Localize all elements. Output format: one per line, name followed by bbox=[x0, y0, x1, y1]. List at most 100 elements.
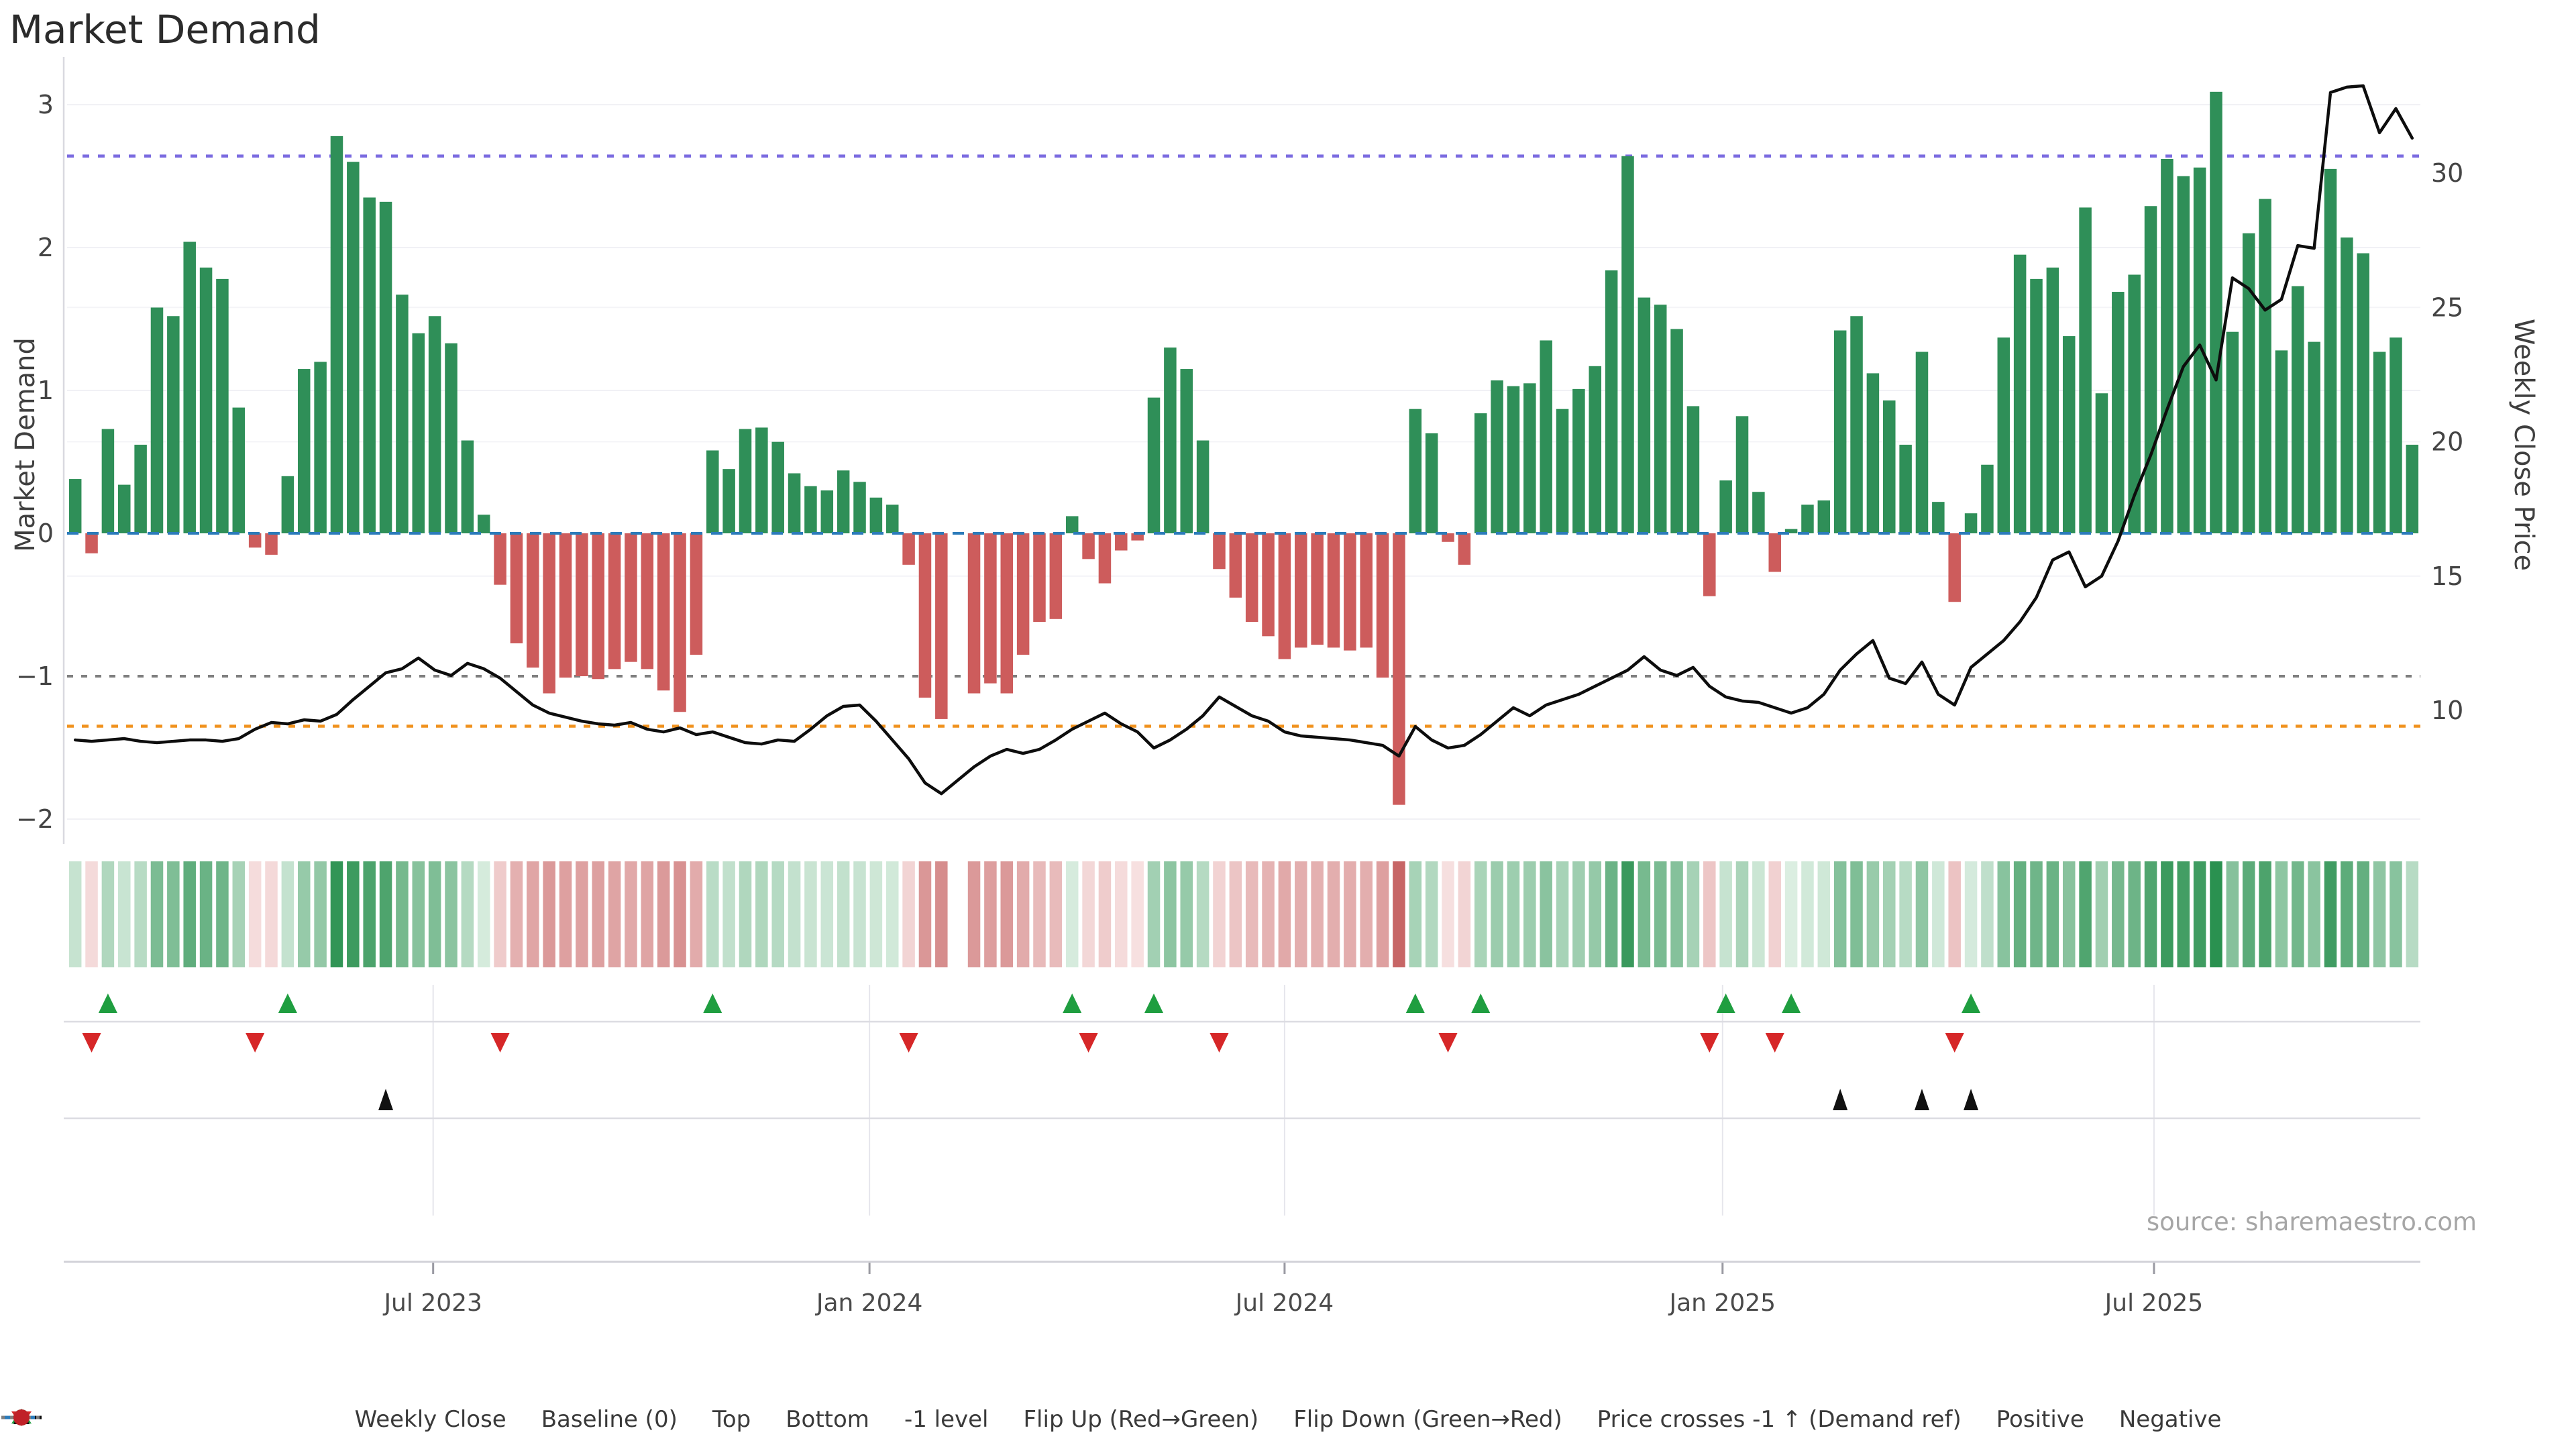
flip-down-marker bbox=[1079, 1033, 1098, 1053]
demand-bar-positive bbox=[1425, 433, 1438, 533]
demand-bar-positive bbox=[2357, 253, 2369, 533]
heatmap-cell bbox=[625, 861, 637, 967]
demand-bar-negative bbox=[1213, 533, 1226, 570]
heatmap-cell bbox=[1458, 861, 1471, 967]
heatmap-cell bbox=[428, 861, 441, 967]
left-axis-tick-label: −1 bbox=[16, 661, 54, 691]
demand-bar-positive bbox=[1752, 492, 1765, 533]
demand-bar-negative bbox=[248, 533, 262, 548]
heatmap-cell bbox=[1180, 861, 1193, 967]
x-tick-label: Jul 2024 bbox=[1234, 1289, 1334, 1317]
chart-legend: Weekly Close Baseline (0) Top Bottom -1 leve… bbox=[0, 1406, 2576, 1433]
left-axis-tick-label: 2 bbox=[38, 233, 54, 262]
flip-up-marker bbox=[1405, 994, 1425, 1013]
heatmap-cell bbox=[1638, 861, 1651, 967]
demand-bar-negative bbox=[1376, 533, 1389, 678]
demand-bar-positive bbox=[150, 307, 164, 533]
demand-bar-positive bbox=[363, 197, 376, 533]
demand-bar-positive bbox=[739, 429, 752, 533]
demand-bar-positive bbox=[2046, 267, 2059, 533]
heatmap-cell bbox=[1409, 861, 1422, 967]
heatmap-cell bbox=[788, 861, 801, 967]
legend-item-dash-blue: Baseline (0) bbox=[1, 1406, 678, 1433]
demand-bar-positive bbox=[167, 316, 180, 533]
heatmap-cell bbox=[68, 861, 82, 967]
heatmap-cell bbox=[2030, 861, 2043, 967]
heatmap-cell bbox=[1981, 861, 1994, 967]
heatmap-cell bbox=[2259, 861, 2271, 967]
demand-bar-positive bbox=[1719, 480, 1732, 533]
left-axis-tick-label: 0 bbox=[38, 519, 54, 548]
weekly-close-line bbox=[73, 84, 2414, 796]
heatmap-cell bbox=[1589, 861, 1602, 967]
demand-bar-positive bbox=[2079, 207, 2092, 533]
heatmap-cell bbox=[2406, 861, 2419, 967]
heatmap-cell bbox=[1703, 861, 1716, 967]
left-axis-tick-label: 3 bbox=[38, 90, 54, 119]
market-demand-chart-page: Market Demand Market Demand Weekly Close… bbox=[0, 0, 2576, 1449]
heatmap-cell bbox=[412, 861, 425, 967]
demand-bar-positive bbox=[1180, 369, 1193, 533]
demand-bar-positive bbox=[853, 482, 866, 533]
heatmap-cell bbox=[265, 861, 278, 967]
heatmap-cell bbox=[1327, 861, 1340, 967]
legend-item-label: Bottom bbox=[786, 1406, 869, 1433]
heatmap-cell bbox=[2144, 861, 2157, 967]
heatmap-cell bbox=[1899, 861, 1912, 967]
heatmap-cell bbox=[2193, 861, 2206, 967]
heatmap-cell bbox=[1964, 861, 1978, 967]
demand-bar-negative bbox=[265, 533, 278, 555]
heatmap-cell bbox=[2324, 861, 2337, 967]
demand-bar-negative bbox=[494, 533, 506, 585]
demand-bar-negative bbox=[1948, 533, 1961, 602]
demand-bar-negative bbox=[1360, 533, 1373, 648]
heatmap-cell bbox=[885, 861, 899, 967]
legend-item-circle-green: Positive bbox=[13, 1406, 2084, 1433]
demand-bar-negative bbox=[935, 533, 948, 719]
heatmap-cell bbox=[2112, 861, 2125, 967]
legend-item-dot-gray: -1 level bbox=[1, 1406, 989, 1433]
heatmap-cell bbox=[183, 861, 196, 967]
heatmap-cell bbox=[690, 861, 703, 967]
demand-bar-positive bbox=[2177, 176, 2190, 533]
heatmap-cell bbox=[2341, 861, 2353, 967]
heatmap-cell bbox=[330, 861, 343, 967]
demand-bar-positive bbox=[2341, 237, 2353, 533]
heatmap-cell bbox=[396, 861, 409, 967]
right-axis-tick-label: 10 bbox=[2431, 696, 2463, 725]
demand-bar-negative bbox=[1768, 533, 1781, 572]
demand-bar-positive bbox=[1833, 330, 1847, 533]
demand-bar-negative bbox=[1311, 533, 1324, 645]
demand-bar-negative bbox=[1278, 533, 1291, 659]
demand-bar-positive bbox=[1621, 156, 1634, 533]
heatmap-cell bbox=[1997, 861, 2010, 967]
demand-bar-positive bbox=[1540, 340, 1552, 533]
heatmap-cell bbox=[85, 861, 98, 967]
heatmap-cell bbox=[1948, 861, 1961, 967]
demand-bar-positive bbox=[412, 333, 425, 533]
demand-bar-positive bbox=[2259, 199, 2271, 533]
demand-bar-negative bbox=[1082, 533, 1095, 559]
demand-bar-positive bbox=[1964, 513, 1978, 533]
demand-bar-positive bbox=[101, 429, 115, 533]
demand-bar-positive bbox=[68, 479, 82, 533]
heatmap-cell bbox=[477, 861, 490, 967]
heatmap-cell bbox=[804, 861, 817, 967]
demand-bar-positive bbox=[1605, 270, 1618, 533]
demand-bar-positive bbox=[2275, 350, 2288, 533]
heatmap-cell bbox=[1686, 861, 1700, 967]
demand-bar-positive bbox=[788, 473, 801, 533]
heatmap-cell bbox=[967, 861, 981, 967]
demand-bar-positive bbox=[118, 484, 131, 533]
demand-bar-positive bbox=[216, 278, 229, 533]
demand-bar-positive bbox=[428, 316, 441, 533]
heatmap-cell bbox=[2046, 861, 2059, 967]
heatmap-cell bbox=[1932, 861, 1945, 967]
demand-bar-positive bbox=[330, 136, 343, 534]
demand-bar-positive bbox=[1164, 347, 1177, 533]
demand-bar-positive bbox=[1409, 409, 1422, 533]
demand-bar-positive bbox=[134, 444, 147, 533]
x-tick-label: Jul 2025 bbox=[2104, 1289, 2204, 1317]
heatmap-cell bbox=[1654, 861, 1667, 967]
heatmap-cell bbox=[1817, 861, 1831, 967]
